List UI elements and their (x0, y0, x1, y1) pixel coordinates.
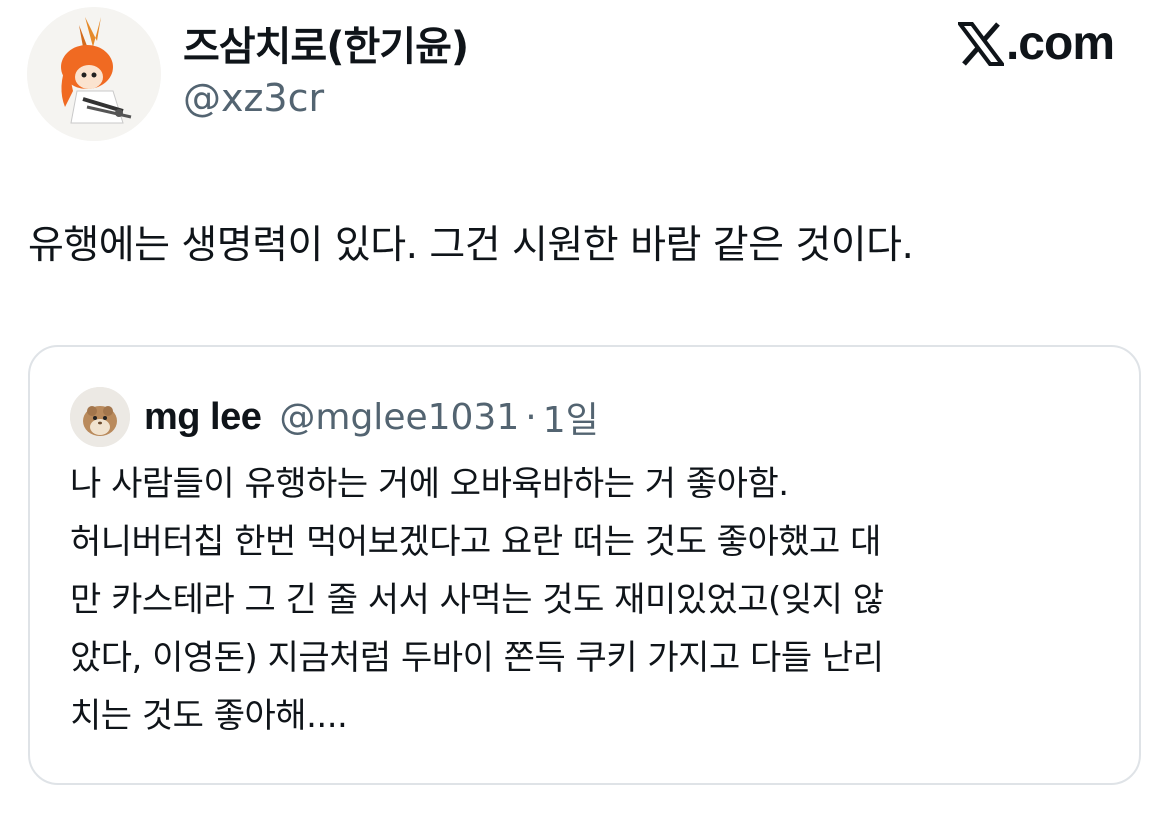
quoted-author-name[interactable]: mg lee (144, 396, 262, 439)
quoted-tweet-text: 나 사람들이 유행하는 거에 오바육바하는 거 좋아함. 허니버터칩 한번 먹어… (70, 455, 1110, 745)
quoted-text-line: 나 사람들이 유행하는 거에 오바육바하는 거 좋아함. (70, 464, 789, 504)
tweet-text: 유행에는 생명력이 있다. 그건 시원한 바람 같은 것이다. (28, 223, 914, 268)
x-logo-icon (957, 21, 1004, 66)
quoted-author-avatar[interactable] (70, 387, 130, 447)
quoted-text-line: 만 카스테라 그 긴 줄 서서 사먹는 것도 재미있었고(잊지 않 (70, 580, 884, 620)
author-avatar[interactable] (27, 7, 161, 141)
quoted-separator: · (525, 396, 537, 438)
x-com-logo: .com (957, 16, 1115, 71)
quoted-text-line: 았다, 이영돈) 지금처럼 두바이 쫀득 쿠키 가지고 다들 난리 (70, 638, 884, 678)
author-handle[interactable]: @xz3cr (183, 76, 324, 120)
quoted-tweet-header: mg lee @mglee1031 · 1일 (70, 385, 599, 449)
author-name[interactable]: 즈삼치로(한기윤) (183, 14, 469, 72)
anime-character-avatar-icon (27, 7, 161, 141)
quoted-text-line: 허니버터칩 한번 먹어보겠다고 요란 떠는 것도 좋아했고 대 (70, 522, 881, 562)
quoted-tweet-card[interactable]: mg lee @mglee1031 · 1일 나 사람들이 유행하는 거에 오바… (28, 345, 1141, 785)
quoted-author-handle[interactable]: @mglee1031 (279, 397, 519, 438)
quoted-text-line: 치는 것도 좋아해.... (70, 696, 348, 736)
quoted-timestamp[interactable]: 1일 (543, 391, 599, 443)
x-domain-text: .com (1005, 17, 1115, 70)
hamster-avatar-icon (70, 387, 130, 447)
